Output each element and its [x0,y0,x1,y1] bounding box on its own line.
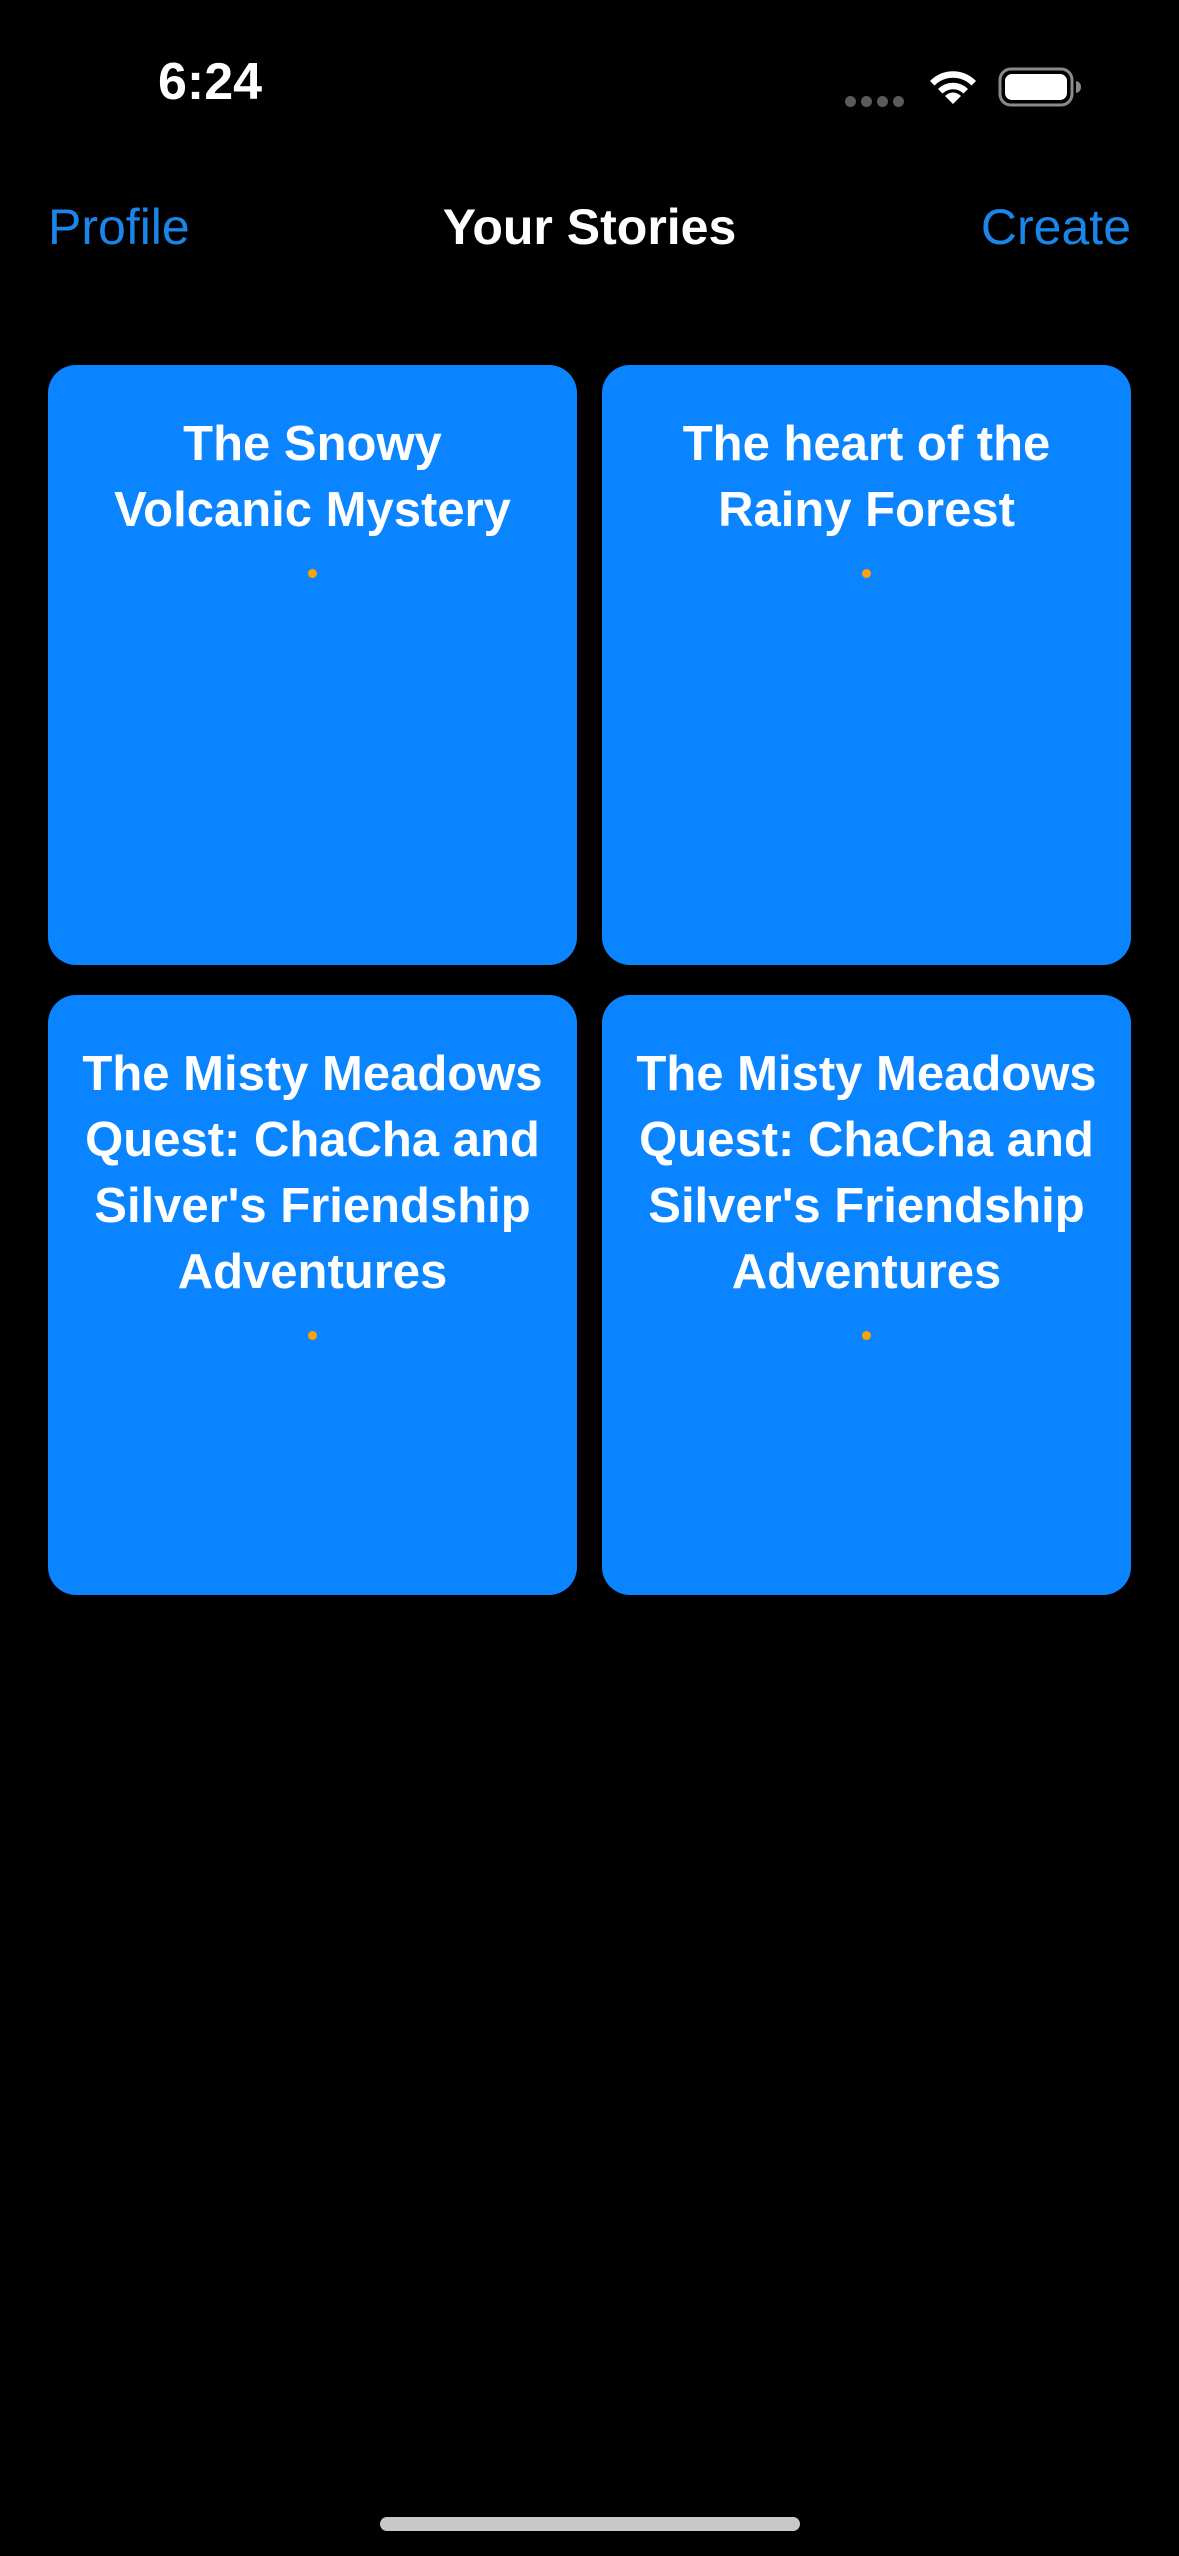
story-grid: The Snowy Volcanic Mystery The heart of … [48,365,1131,1595]
create-button[interactable]: Create [981,198,1131,256]
wifi-icon [930,71,976,104]
story-card[interactable]: The Misty Meadows Quest: ChaCha and Silv… [602,995,1131,1595]
status-time: 6:24 [158,53,263,111]
story-card[interactable]: The Snowy Volcanic Mystery [48,365,577,965]
home-indicator[interactable] [380,2517,800,2531]
story-card[interactable]: The Misty Meadows Quest: ChaCha and Silv… [48,995,577,1595]
cellular-signal-icon [845,96,905,108]
progress-dot [862,569,871,578]
story-title: The Snowy Volcanic Mystery [114,417,511,537]
story-title: The heart of the Rainy Forest [682,417,1051,537]
status-bar: 6:24 [0,0,1179,150]
story-title: The Misty Meadows Quest: ChaCha and Silv… [636,1047,1097,1299]
progress-dot [308,569,317,578]
battery-icon [998,67,1081,107]
story-card[interactable]: The heart of the Rainy Forest [602,365,1131,965]
navigation-bar: Profile Your Stories Create [0,180,1179,276]
story-title: The Misty Meadows Quest: ChaCha and Silv… [82,1047,543,1299]
progress-dot [308,1331,317,1340]
progress-dot [862,1331,871,1340]
